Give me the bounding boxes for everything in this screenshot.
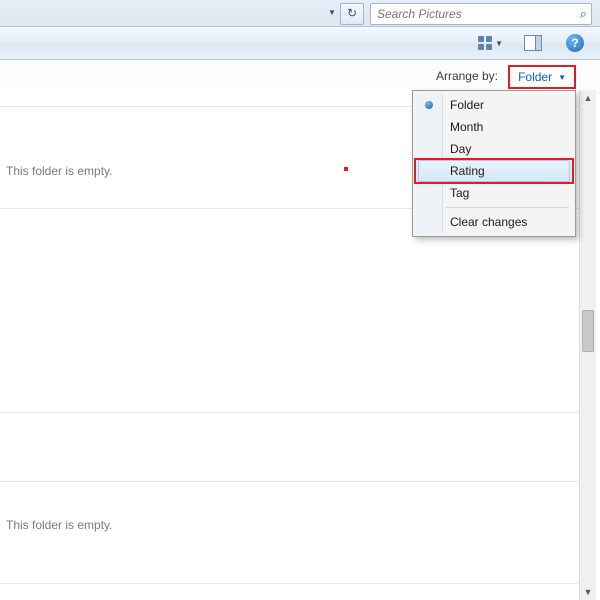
preview-pane-button[interactable] <box>516 31 550 55</box>
scrollbar-thumb[interactable] <box>582 310 594 352</box>
scroll-up-arrow[interactable]: ▲ <box>580 90 596 106</box>
preview-pane-icon <box>524 35 542 51</box>
menu-item-label: Tag <box>450 186 469 200</box>
search-input[interactable] <box>375 6 576 22</box>
arrange-by-dropdown[interactable]: Folder ▼ <box>508 65 576 89</box>
arrange-option-tag[interactable]: Tag <box>416 182 572 204</box>
empty-folder-message: This folder is empty. <box>6 164 112 178</box>
arrange-by-value: Folder <box>518 70 552 84</box>
arrange-by-region: Arrange by: Folder ▼ <box>0 60 600 93</box>
menu-separator <box>446 207 569 208</box>
menu-item-label: Rating <box>450 164 485 178</box>
vertical-scrollbar[interactable]: ▲ ▼ <box>579 90 596 600</box>
menu-item-label: Clear changes <box>450 215 527 229</box>
chevron-down-icon: ▼ <box>558 73 566 82</box>
arrange-option-rating[interactable]: Rating <box>414 158 574 184</box>
radio-selected-icon <box>425 101 433 109</box>
menu-item-label: Day <box>450 142 471 156</box>
menu-item-label: Month <box>450 120 483 134</box>
annotation-marker <box>344 167 348 171</box>
search-box[interactable]: ⌕ <box>370 3 592 25</box>
command-bar: ▼ ? <box>0 27 600 60</box>
help-button[interactable]: ? <box>558 31 592 55</box>
arrange-by-menu: Folder Month Day Rating Tag Clear change… <box>412 90 576 237</box>
refresh-button[interactable]: ↻ <box>340 3 364 25</box>
views-icon <box>478 36 492 50</box>
menu-item-label: Folder <box>450 98 484 112</box>
search-icon[interactable]: ⌕ <box>576 6 587 22</box>
arrange-option-day[interactable]: Day <box>416 138 572 160</box>
help-icon: ? <box>566 34 584 52</box>
arrange-option-month[interactable]: Month <box>416 116 572 138</box>
nav-history-dropdown[interactable]: ▼ <box>326 4 338 22</box>
address-bar-strip: ▼ ↻ ⌕ <box>0 0 600 27</box>
empty-folder-message: This folder is empty. <box>6 518 112 532</box>
arrange-by-label: Arrange by: <box>436 69 498 83</box>
arrange-option-folder[interactable]: Folder <box>416 94 572 116</box>
chevron-down-icon: ▼ <box>495 39 503 48</box>
change-view-button[interactable]: ▼ <box>473 31 508 55</box>
arrange-clear-changes[interactable]: Clear changes <box>416 211 572 233</box>
refresh-icon: ↻ <box>347 6 357 20</box>
scroll-down-arrow[interactable]: ▼ <box>580 584 596 600</box>
